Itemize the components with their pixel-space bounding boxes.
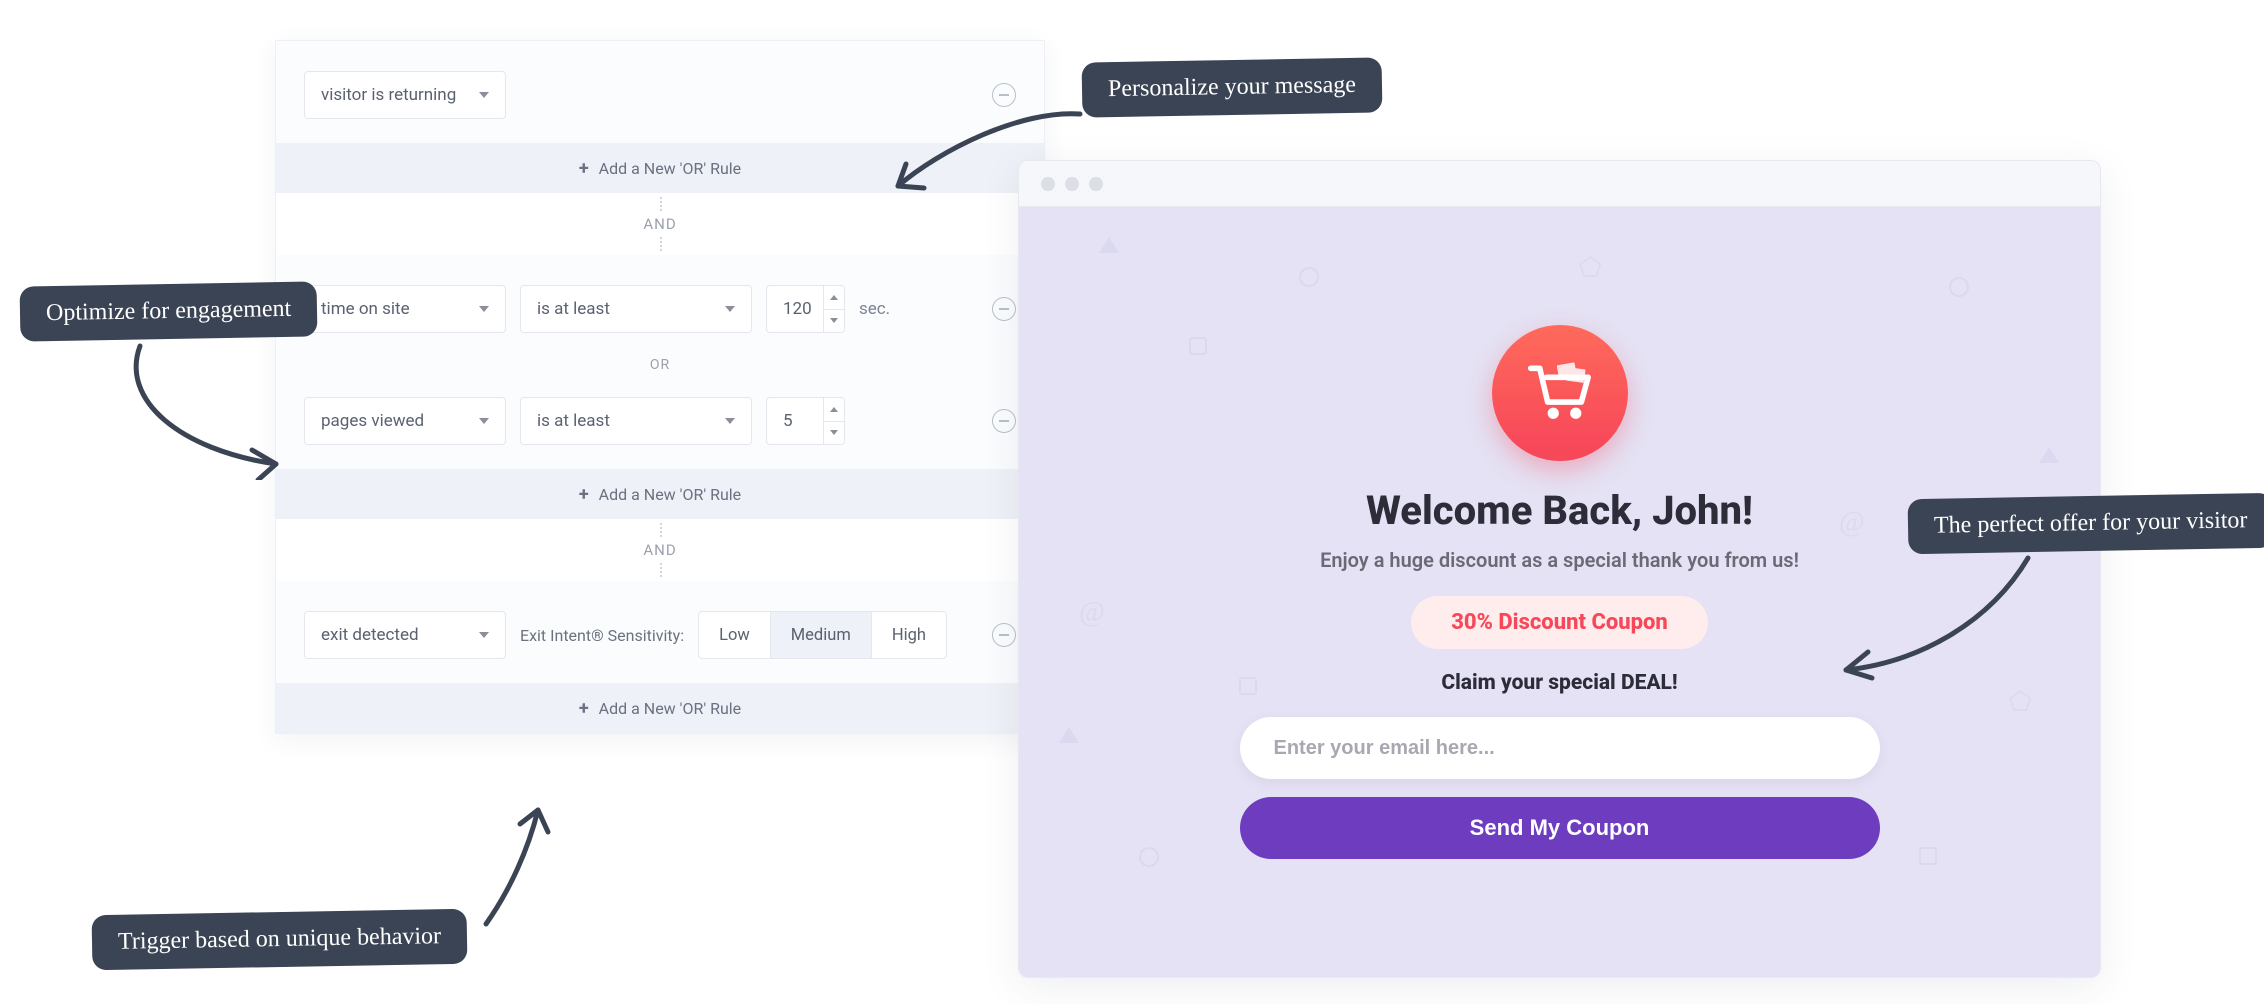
chevron-down-icon [479, 632, 489, 638]
sensitivity-label: Exit Intent® Sensitivity: [520, 626, 684, 645]
popup-headline: Welcome Back, John! [1240, 487, 1880, 534]
rule-block-exit: exit detected Exit Intent® Sensitivity: … [276, 581, 1044, 733]
email-field[interactable] [1240, 717, 1880, 779]
sensitivity-high[interactable]: High [871, 612, 946, 658]
send-coupon-button[interactable]: Send My Coupon [1240, 797, 1880, 859]
operator-select[interactable]: is at least [520, 397, 752, 445]
step-down-button[interactable] [824, 310, 844, 333]
rule-block-engagement: time on site is at least 120 sec. OR pag… [276, 255, 1044, 519]
step-up-button[interactable] [824, 286, 844, 310]
chevron-down-icon [725, 418, 735, 424]
window-dot [1089, 177, 1103, 191]
popup-subline: Enjoy a huge discount as a special thank… [1240, 548, 1880, 572]
plus-icon: + [579, 484, 589, 505]
condition-select-label: visitor is returning [321, 85, 456, 105]
chevron-down-icon [479, 92, 489, 98]
callout-trigger: Trigger based on unique behavior [92, 909, 468, 971]
chevron-down-icon [725, 306, 735, 312]
popup-card: Welcome Back, John! Enjoy a huge discoun… [1240, 325, 1880, 859]
coupon-badge: 30% Discount Coupon [1411, 596, 1708, 649]
step-up-button[interactable] [824, 398, 844, 422]
callout-engagement: Optimize for engagement [20, 281, 318, 341]
remove-rule-button[interactable] [992, 297, 1016, 321]
arrow-icon [880, 100, 1090, 200]
step-down-button[interactable] [824, 422, 844, 445]
add-or-label: Add a New 'OR' Rule [599, 159, 742, 178]
remove-rule-button[interactable] [992, 409, 1016, 433]
add-or-label: Add a New 'OR' Rule [599, 485, 742, 504]
sensitivity-segmented: Low Medium High [698, 611, 947, 659]
chevron-down-icon [479, 418, 489, 424]
cart-icon [1492, 325, 1628, 461]
metric-select-exit-detected[interactable]: exit detected [304, 611, 506, 659]
callout-offer: The perfect offer for your visitor [1908, 493, 2264, 554]
sensitivity-medium[interactable]: Medium [770, 612, 871, 658]
sensitivity-low[interactable]: Low [699, 612, 770, 658]
and-separator: AND [276, 519, 1044, 581]
remove-rule-button[interactable] [992, 623, 1016, 647]
value-stepper[interactable]: 5 [766, 397, 845, 445]
claim-label: Claim your special DEAL! [1240, 671, 1880, 695]
unit-label: sec. [859, 299, 890, 319]
arrow-icon [1830, 552, 2040, 692]
add-or-label: Add a New 'OR' Rule [599, 699, 742, 718]
condition-select-visitor[interactable]: visitor is returning [304, 71, 506, 119]
callout-personalize: Personalize your message [1082, 57, 1383, 117]
plus-icon: + [579, 158, 589, 179]
value-stepper[interactable]: 120 [766, 285, 845, 333]
operator-select[interactable]: is at least [520, 285, 752, 333]
chevron-down-icon [479, 306, 489, 312]
plus-icon: + [579, 698, 589, 719]
metric-select-time-on-site[interactable]: time on site [304, 285, 506, 333]
add-or-rule-button[interactable]: + Add a New 'OR' Rule [276, 683, 1044, 733]
or-separator: OR [304, 357, 1016, 373]
arrow-icon [470, 800, 590, 930]
metric-select-pages-viewed[interactable]: pages viewed [304, 397, 506, 445]
browser-bar [1019, 161, 2100, 207]
add-or-rule-button[interactable]: + Add a New 'OR' Rule [276, 469, 1044, 519]
and-separator: AND [276, 193, 1044, 255]
arrow-icon [110, 340, 290, 480]
